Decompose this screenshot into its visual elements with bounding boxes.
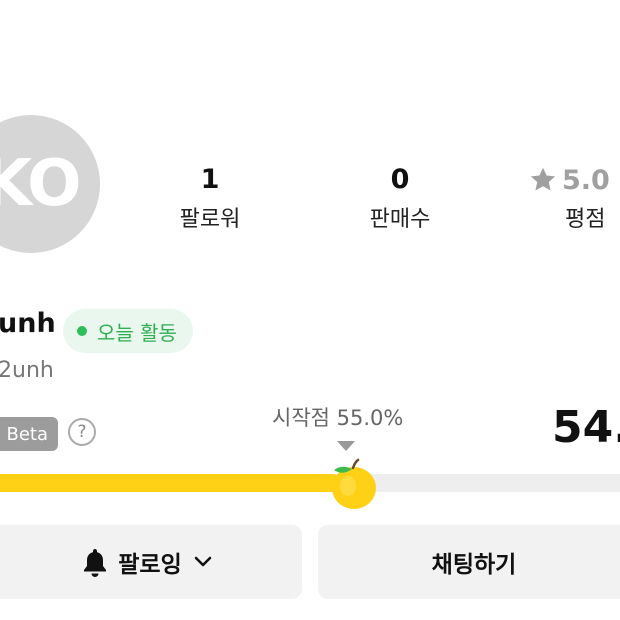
star-icon: [530, 167, 556, 191]
rating-stat[interactable]: 5.0 평점: [528, 162, 620, 238]
followers-count: 1: [200, 164, 220, 195]
rating-label: 평점: [565, 207, 606, 232]
help-icon[interactable]: ?: [68, 418, 96, 446]
username: unh: [0, 308, 56, 339]
avatar[interactable]: KO: [0, 115, 100, 253]
followers-stat[interactable]: 1 팔로워: [150, 162, 270, 238]
following-button-label: 팔로잉: [118, 552, 182, 578]
user-handle: 2unh: [0, 358, 54, 383]
sales-stat[interactable]: 0 판매수: [340, 162, 460, 238]
chat-button-label: 채팅하기: [431, 552, 517, 578]
avatar-initials: KO: [0, 147, 82, 221]
following-button[interactable]: 팔로잉: [0, 525, 302, 599]
beta-badge: Beta: [0, 417, 58, 451]
activity-status-badge: 오늘 활동: [63, 309, 193, 353]
sales-label: 판매수: [369, 207, 431, 232]
online-dot-icon: [77, 326, 87, 336]
sales-count: 0: [390, 164, 410, 195]
chat-button[interactable]: 채팅하기: [318, 525, 620, 599]
start-point-marker-icon: [337, 441, 355, 451]
bell-icon: [84, 549, 107, 577]
profile-page: KO 1 팔로워 0 판매수 5.0 평점 unh 오늘 활동 2unh Bet…: [0, 0, 620, 620]
score-value: 54.: [552, 402, 620, 453]
apple-icon: [332, 458, 376, 509]
followers-label: 팔로워: [179, 207, 241, 232]
rating-value: 5.0: [562, 164, 610, 196]
score-meter-fill: [0, 474, 341, 492]
activity-status-text: 오늘 활동: [97, 320, 177, 345]
start-point-label: 시작점 55.0%: [272, 406, 404, 430]
chevron-down-icon: [194, 556, 211, 567]
